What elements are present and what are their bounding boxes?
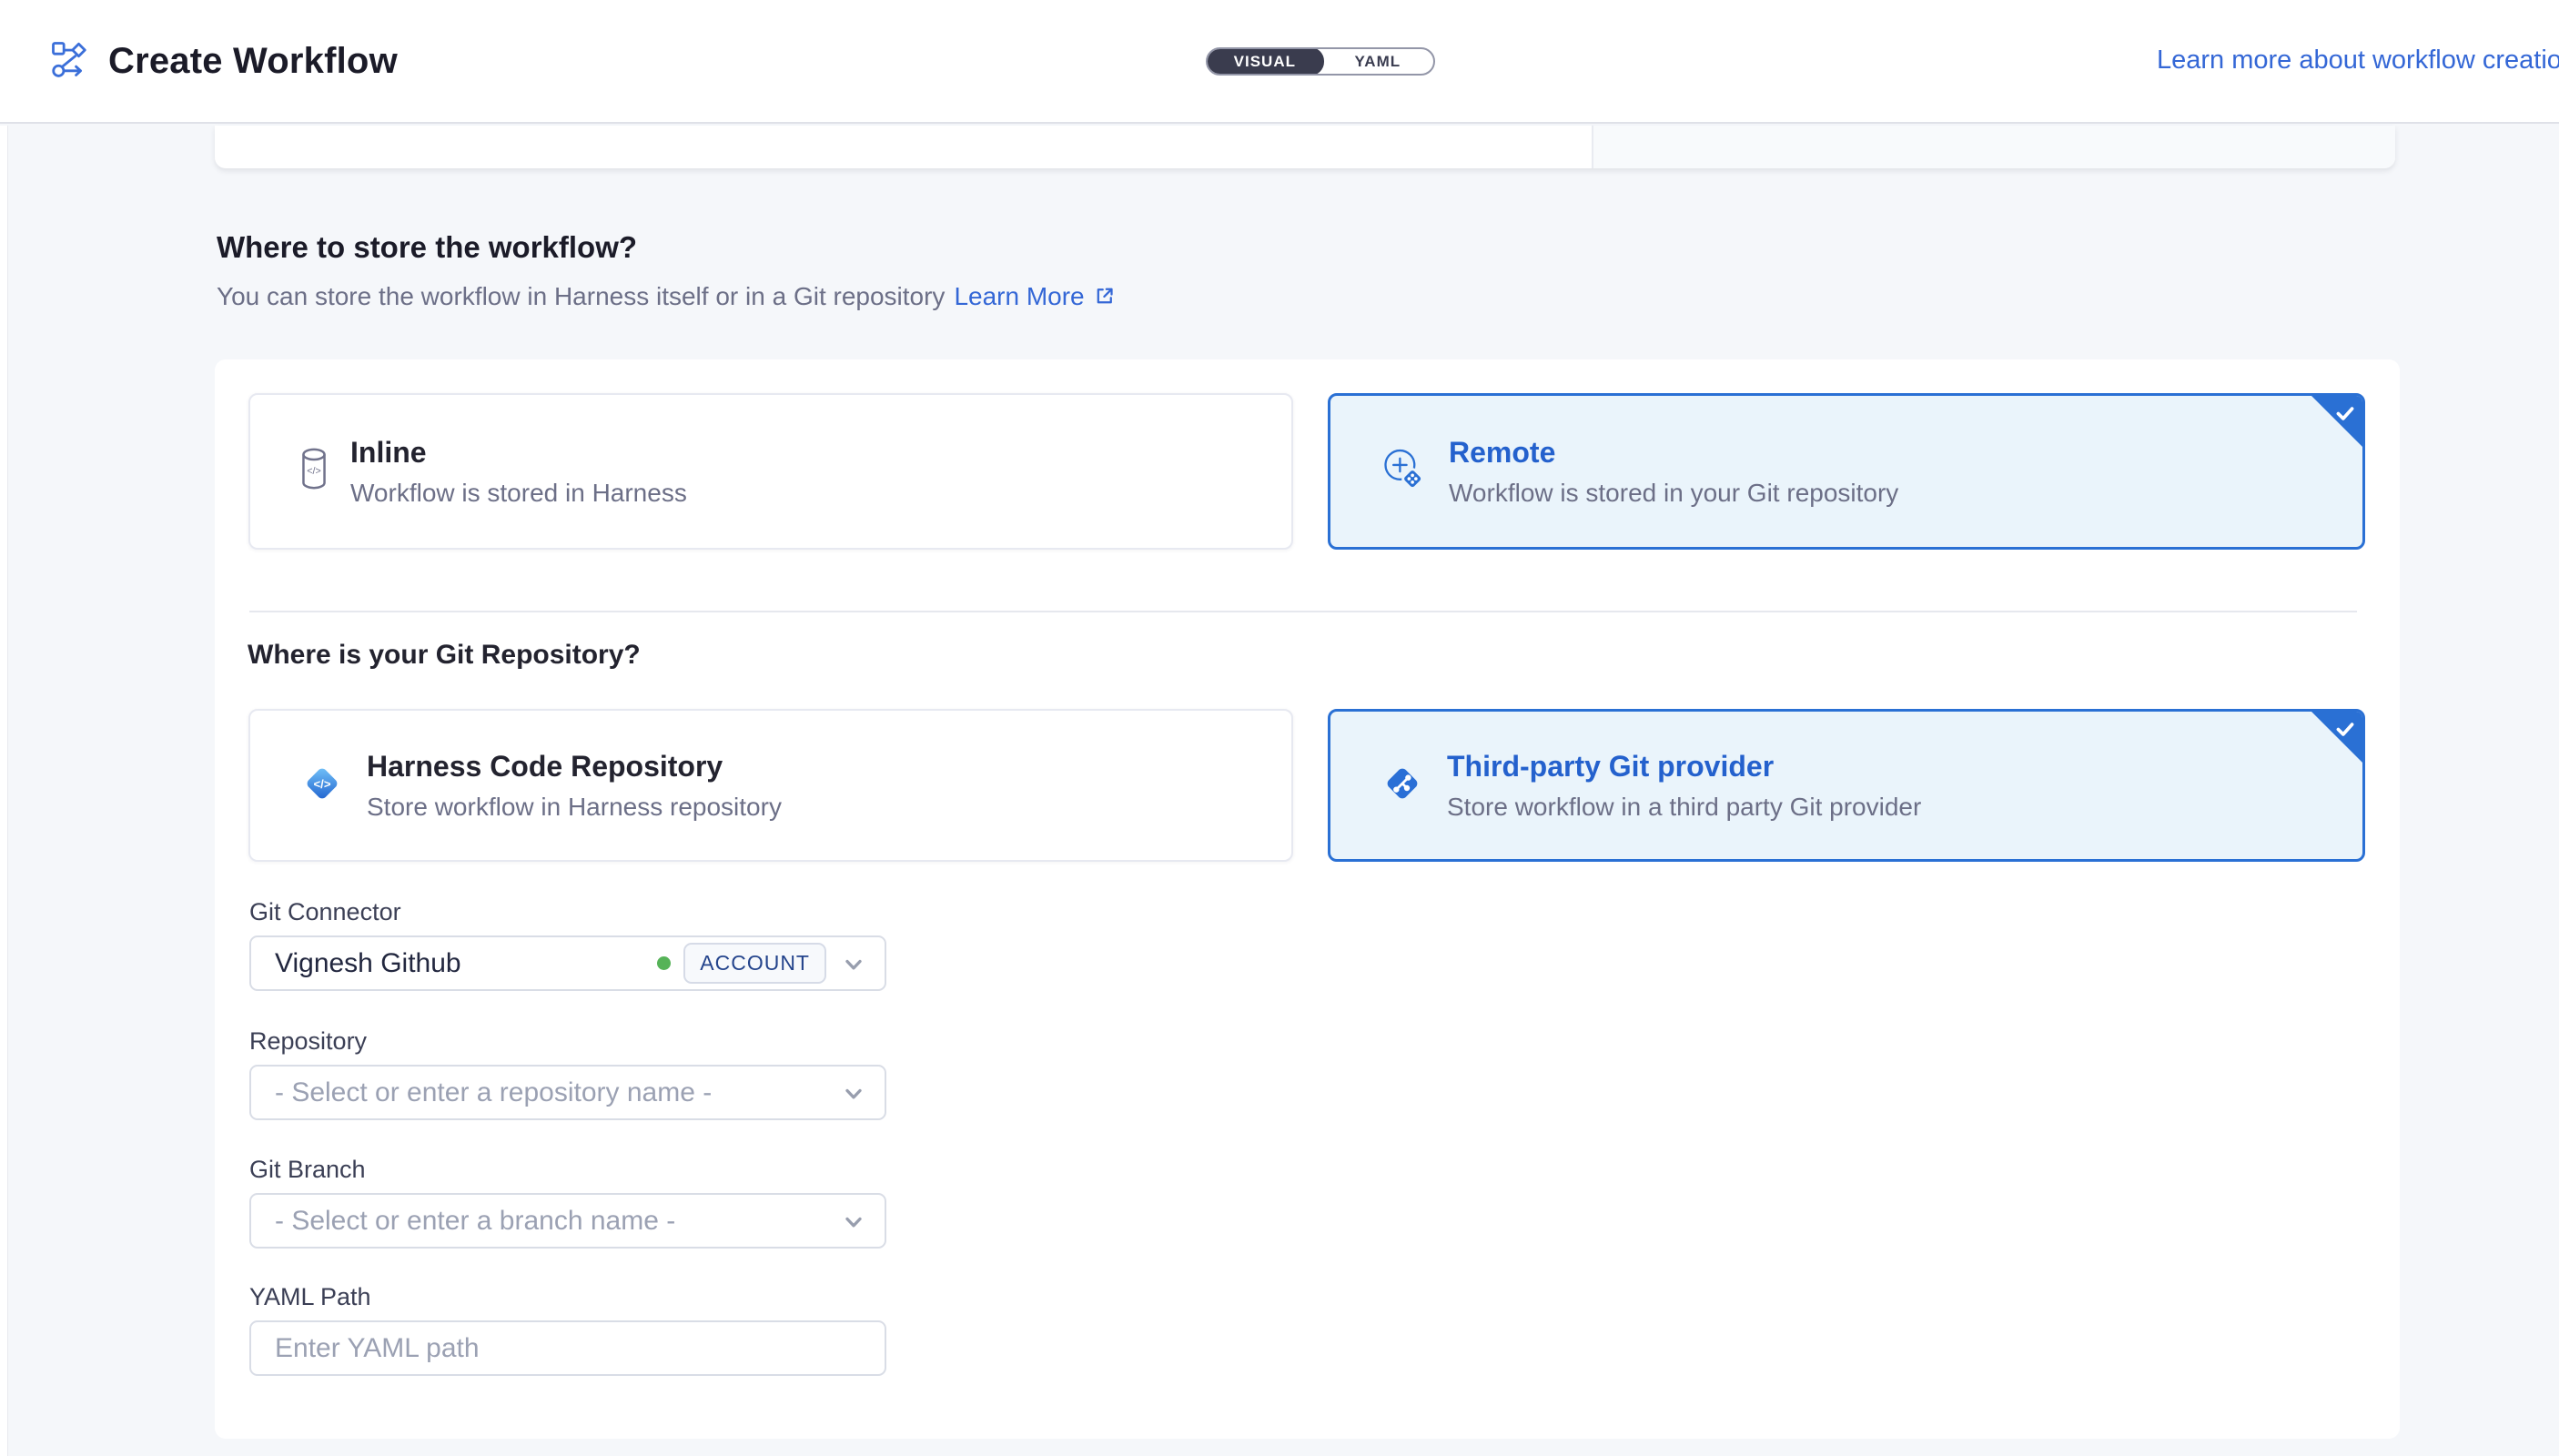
- create-workflow-page: Create Workflow VISUAL YAML Learn more a…: [0, 0, 2559, 1456]
- store-description: You can store the workflow in Harness it…: [217, 282, 1116, 311]
- store-heading: Where to store the workflow?: [217, 230, 637, 265]
- form-panel: </> Inline Workflow is stored in Harness: [215, 359, 2400, 1439]
- repo-heading: Where is your Git Repository?: [248, 640, 641, 671]
- check-icon: [2333, 401, 2357, 425]
- option-card-thirdparty[interactable]: Third-party Git provider Store workflow …: [1328, 709, 2365, 862]
- content-area: Where to store the workflow? You can sto…: [0, 126, 2559, 1456]
- svg-text:</>: </>: [313, 777, 330, 791]
- toggle-yaml[interactable]: YAML: [1322, 49, 1433, 74]
- inline-repo-icon: </>: [299, 447, 329, 497]
- git-branch-placeholder: - Select or enter a branch name -: [251, 1206, 675, 1237]
- card-title: Inline: [350, 436, 687, 470]
- header: Create Workflow VISUAL YAML Learn more a…: [0, 0, 2559, 124]
- chevron-down-icon[interactable]: [841, 952, 866, 982]
- repository-select[interactable]: - Select or enter a repository name -: [249, 1065, 886, 1120]
- card-title: Remote: [1449, 436, 1898, 470]
- option-card-inline[interactable]: </> Inline Workflow is stored in Harness: [248, 393, 1293, 550]
- mode-toggle: VISUAL YAML: [1206, 47, 1435, 76]
- card-title: Harness Code Repository: [367, 750, 782, 784]
- repository-placeholder: - Select or enter a repository name -: [251, 1077, 712, 1108]
- check-icon: [2333, 717, 2357, 741]
- card-subtitle: Workflow is stored in your Git repositor…: [1449, 479, 1898, 508]
- chevron-down-icon[interactable]: [841, 1081, 866, 1111]
- learn-more-link[interactable]: Learn more about workflow creation: [2157, 46, 2559, 76]
- toggle-visual[interactable]: VISUAL: [1206, 47, 1324, 76]
- learn-more-inline-link[interactable]: Learn More: [954, 282, 1084, 311]
- option-card-remote[interactable]: Remote Workflow is stored in your Git re…: [1328, 393, 2365, 550]
- yaml-path-label: YAML Path: [249, 1283, 371, 1311]
- git-branch-select[interactable]: - Select or enter a branch name -: [249, 1193, 886, 1249]
- git-connector-field[interactable]: ACCOUNT: [249, 935, 886, 991]
- card-title: Third-party Git provider: [1447, 750, 1921, 784]
- store-description-text: You can store the workflow in Harness it…: [217, 282, 945, 311]
- harness-code-icon: </>: [299, 761, 345, 811]
- git-branch-label: Git Branch: [249, 1156, 366, 1184]
- scope-badge: ACCOUNT: [683, 943, 826, 984]
- yaml-path-field[interactable]: [249, 1320, 886, 1376]
- scroll-card-remnant-side: [1592, 126, 2395, 168]
- card-subtitle: Workflow is stored in Harness: [350, 479, 687, 508]
- chevron-down-icon[interactable]: [841, 1209, 866, 1239]
- git-provider-icon: [1380, 761, 1425, 811]
- scroll-card-remnant: [215, 126, 2395, 168]
- status-dot: [657, 956, 671, 970]
- page-title: Create Workflow: [108, 41, 398, 82]
- option-card-harness-code[interactable]: </> Harness Code Repository Store workfl…: [248, 709, 1293, 862]
- external-link-icon: [1094, 284, 1116, 313]
- header-title-group: Create Workflow: [50, 0, 398, 122]
- repository-label: Repository: [249, 1027, 367, 1056]
- card-subtitle: Store workflow in a third party Git prov…: [1447, 793, 1921, 822]
- yaml-path-input[interactable]: [251, 1322, 885, 1374]
- git-connector-label: Git Connector: [249, 898, 401, 926]
- workflow-icon: [50, 40, 88, 83]
- card-subtitle: Store workflow in Harness repository: [367, 793, 782, 822]
- remote-icon: [1380, 446, 1427, 498]
- left-rail: [0, 126, 8, 1456]
- section-divider: [249, 611, 2357, 612]
- svg-text:</>: </>: [307, 466, 321, 477]
